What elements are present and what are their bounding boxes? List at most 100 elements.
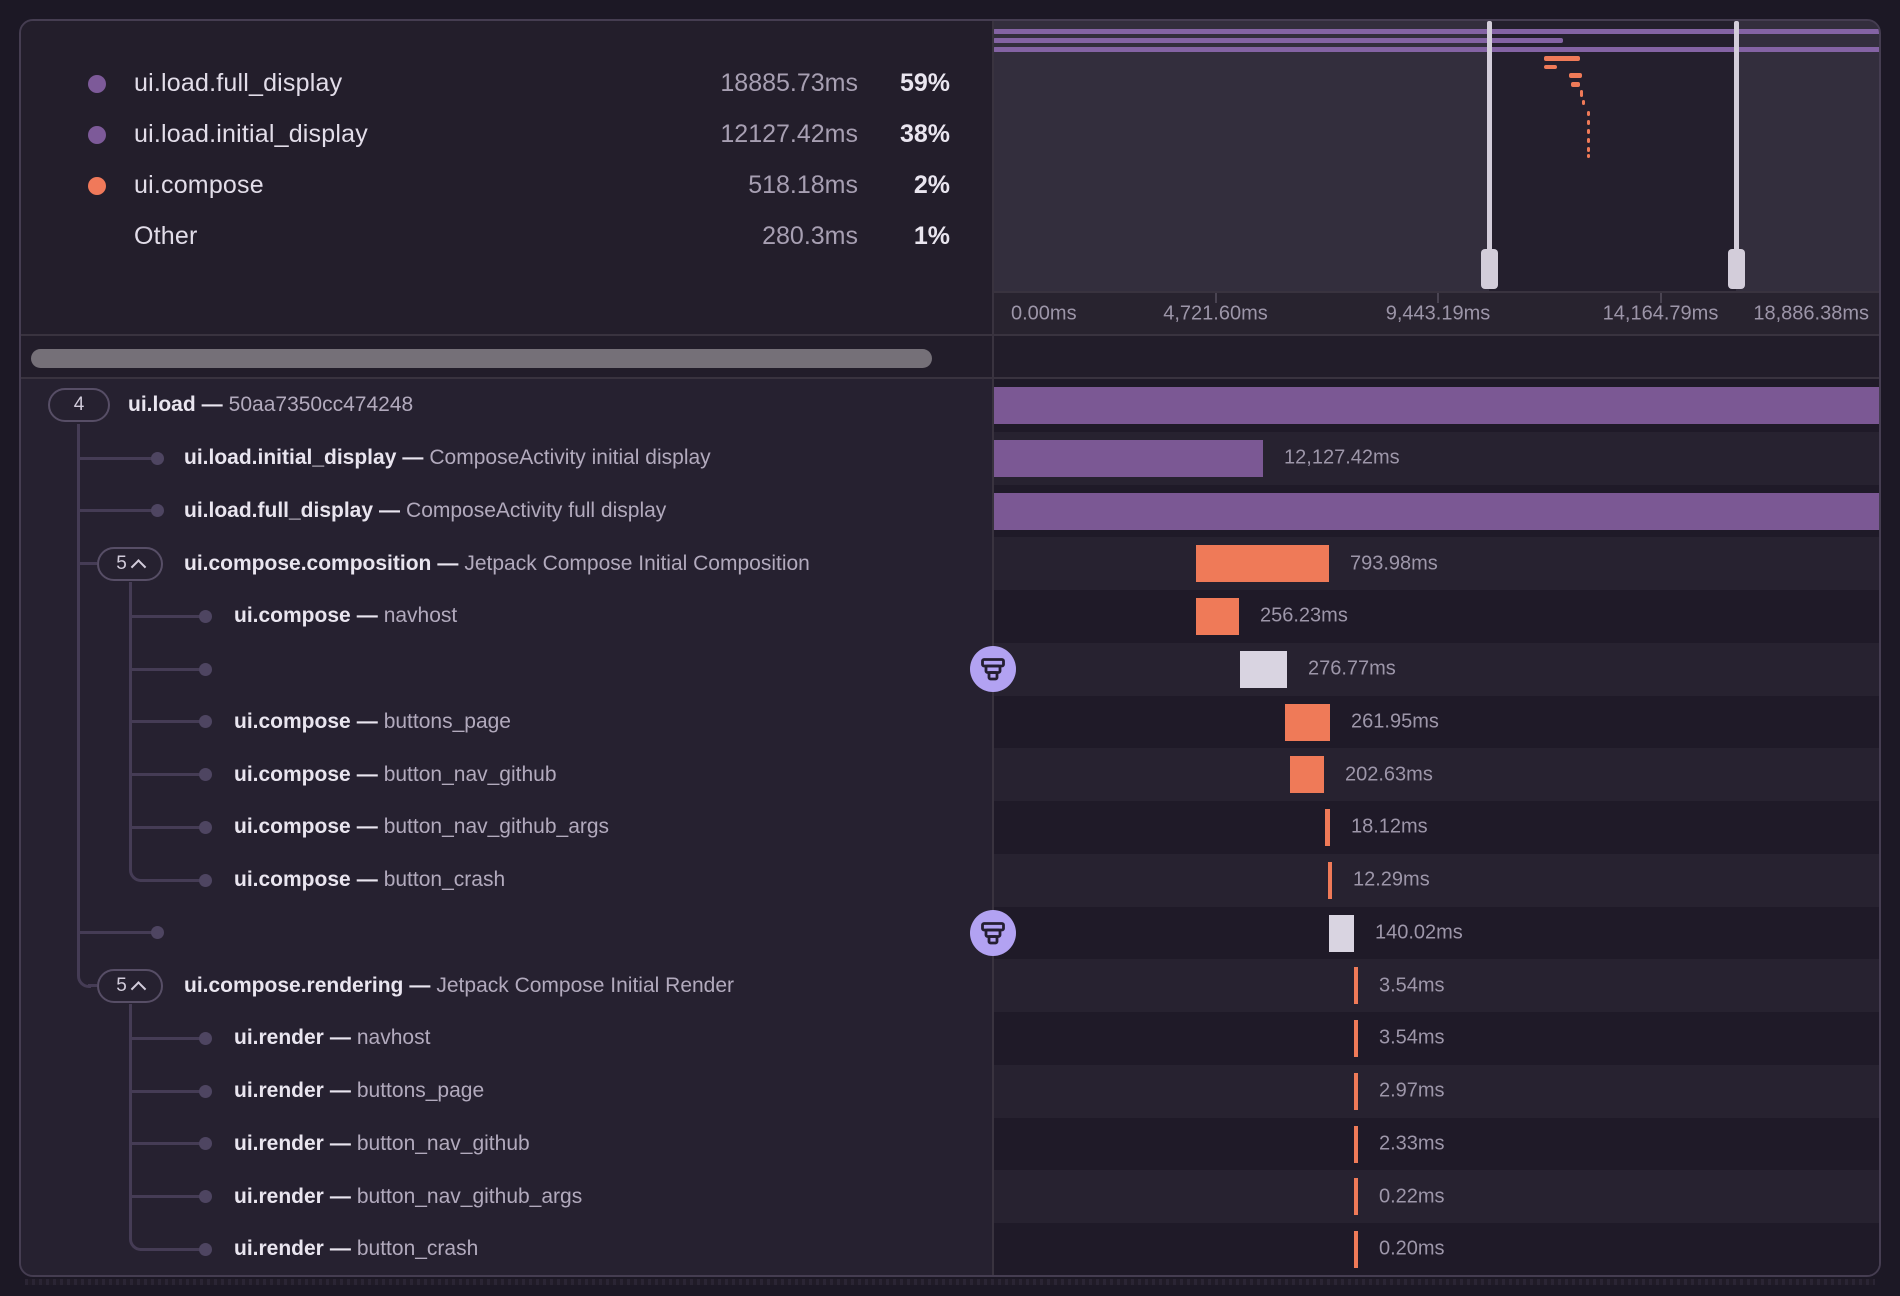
waterfall-row[interactable]: 793.98ms — [993, 537, 1881, 590]
span-row[interactable]: ui.compose—button_crash — [21, 854, 993, 907]
span-row[interactable]: ui.compose—button_nav_github — [21, 748, 993, 801]
span-row[interactable]: ui.render—button_crash — [21, 1223, 993, 1276]
waterfall-row[interactable]: 140.02ms — [993, 907, 1881, 960]
span-row[interactable] — [21, 643, 993, 696]
span-row-text: ui.load.full_display—ComposeActivity ful… — [184, 499, 666, 523]
span-separator: — — [351, 710, 384, 733]
span-separator: — — [396, 446, 429, 469]
span-row[interactable]: ui.load.initial_display—ComposeActivity … — [21, 432, 993, 485]
span-row-text: ui.compose—button_crash — [234, 868, 505, 892]
tree-connector-line — [129, 773, 205, 776]
waterfall-row[interactable]: 3.54ms — [993, 959, 1881, 1012]
tree-node-dot — [199, 715, 212, 728]
waterfall-row[interactable]: 12,127.42ms — [993, 432, 1881, 485]
minimap-span-bar-orange — [1571, 82, 1580, 87]
span-duration-bar[interactable] — [1328, 862, 1332, 899]
waterfall-row[interactable]: 18.12ms — [993, 801, 1881, 854]
waterfall-row[interactable] — [993, 379, 1881, 432]
chevron-up-icon — [131, 981, 147, 997]
span-duration-label: 12,127.42ms — [1284, 447, 1400, 470]
waterfall-row[interactable]: 261.95ms — [993, 696, 1881, 749]
waterfall-row[interactable]: 2.97ms — [993, 1065, 1881, 1118]
span-row[interactable]: 5ui.compose.rendering—Jetpack Compose In… — [21, 959, 993, 1012]
span-duration-bar[interactable] — [1329, 915, 1354, 952]
span-row-text: ui.compose—buttons_page — [234, 710, 511, 734]
trace-viewer: ui.load.full_display18885.73ms59%ui.load… — [0, 0, 1900, 1296]
span-row[interactable]: ui.render—buttons_page — [21, 1065, 993, 1118]
waterfall-row[interactable]: 3.54ms — [993, 1012, 1881, 1065]
legend-item: ui.compose518.18ms2% — [21, 160, 993, 211]
minimap-span-bar-orange — [1587, 111, 1590, 116]
waterfall-row[interactable]: 256.23ms — [993, 590, 1881, 643]
waterfall-row[interactable] — [993, 485, 1881, 538]
span-description: button_nav_github — [384, 763, 557, 786]
span-duration-bar[interactable] — [1325, 809, 1330, 846]
span-row[interactable]: ui.render—button_nav_github — [21, 1118, 993, 1171]
span-duration-bar[interactable] — [1290, 756, 1324, 793]
span-duration-bar[interactable] — [1354, 1020, 1358, 1057]
span-row[interactable]: ui.compose—buttons_page — [21, 696, 993, 749]
span-operation: ui.compose — [234, 710, 351, 733]
legend-item: ui.load.initial_display12127.42ms38% — [21, 109, 993, 160]
tree-node-dot — [199, 1085, 212, 1098]
time-axis-label: 4,721.60ms — [1163, 302, 1268, 325]
span-duration-bar[interactable] — [1240, 651, 1287, 688]
span-duration-bar[interactable] — [1354, 1178, 1358, 1215]
span-row[interactable]: 4ui.load—50aa7350cc474248 — [21, 379, 993, 432]
minimap-handle-grip[interactable] — [1728, 249, 1745, 289]
span-duration-label: 2.97ms — [1379, 1080, 1445, 1103]
resize-handle-texture[interactable] — [25, 1279, 1875, 1285]
minimap-span-bar-orange — [1544, 56, 1580, 61]
span-operation: ui.compose.rendering — [184, 974, 403, 997]
span-duration-bar[interactable] — [1354, 1126, 1358, 1163]
waterfall-row[interactable]: 0.22ms — [993, 1170, 1881, 1223]
waterfall-row[interactable]: 2.33ms — [993, 1118, 1881, 1171]
profile-icon[interactable] — [970, 910, 1016, 956]
span-duration-bar[interactable] — [1196, 545, 1329, 582]
span-duration-label: 793.98ms — [1350, 552, 1438, 575]
profile-icon[interactable] — [970, 646, 1016, 692]
span-duration-bar[interactable] — [1354, 1231, 1358, 1268]
legend-percent-value: 38% — [858, 120, 950, 149]
trace-minimap[interactable] — [993, 21, 1881, 291]
span-row[interactable]: 5ui.compose.composition—Jetpack Compose … — [21, 537, 993, 590]
span-description: button_nav_github_args — [384, 815, 609, 838]
span-duration-bar[interactable] — [1354, 1073, 1358, 1110]
span-duration-bar[interactable] — [993, 387, 1881, 424]
span-row[interactable]: ui.load.full_display—ComposeActivity ful… — [21, 485, 993, 538]
tree-connector-line — [140, 879, 205, 882]
span-operation: ui.load — [128, 393, 196, 416]
minimap-selection-window[interactable] — [1489, 21, 1736, 291]
span-row-text: ui.compose—button_nav_github_args — [234, 815, 609, 839]
span-separator: — — [373, 499, 406, 522]
span-duration-bar[interactable] — [993, 440, 1263, 477]
legend-label: Other — [134, 222, 633, 251]
expand-badge[interactable]: 5 — [97, 969, 163, 1003]
expand-badge-count: 4 — [74, 394, 85, 416]
span-row-text: ui.render—button_crash — [234, 1237, 478, 1261]
expand-badge[interactable]: 4 — [48, 388, 110, 422]
waterfall-row[interactable]: 12.29ms — [993, 854, 1881, 907]
waterfall-row[interactable]: 276.77ms — [993, 643, 1881, 696]
span-legend: ui.load.full_display18885.73ms59%ui.load… — [21, 21, 993, 334]
waterfall-row[interactable]: 0.20ms — [993, 1223, 1881, 1276]
expand-badge-count: 5 — [116, 553, 127, 575]
span-description: Jetpack Compose Initial Composition — [464, 552, 810, 575]
span-description: navhost — [357, 1026, 431, 1049]
span-duration-bar[interactable] — [1354, 967, 1358, 1004]
span-row[interactable]: ui.compose—button_nav_github_args — [21, 801, 993, 854]
span-row-text: ui.render—button_nav_github — [234, 1132, 530, 1156]
span-duration-bar[interactable] — [1285, 704, 1330, 741]
span-duration-bar[interactable] — [1196, 598, 1239, 635]
span-duration-bar[interactable] — [993, 493, 1881, 530]
horizontal-scrollbar[interactable] — [31, 349, 932, 368]
span-row[interactable]: ui.render—navhost — [21, 1012, 993, 1065]
span-row[interactable] — [21, 907, 993, 960]
span-operation: ui.compose.composition — [184, 552, 431, 575]
span-duration-label: 3.54ms — [1379, 974, 1445, 997]
span-row[interactable]: ui.render—button_nav_github_args — [21, 1170, 993, 1223]
span-row[interactable]: ui.compose—navhost — [21, 590, 993, 643]
waterfall-row[interactable]: 202.63ms — [993, 748, 1881, 801]
expand-badge[interactable]: 5 — [97, 547, 163, 581]
minimap-handle-grip[interactable] — [1481, 249, 1498, 289]
